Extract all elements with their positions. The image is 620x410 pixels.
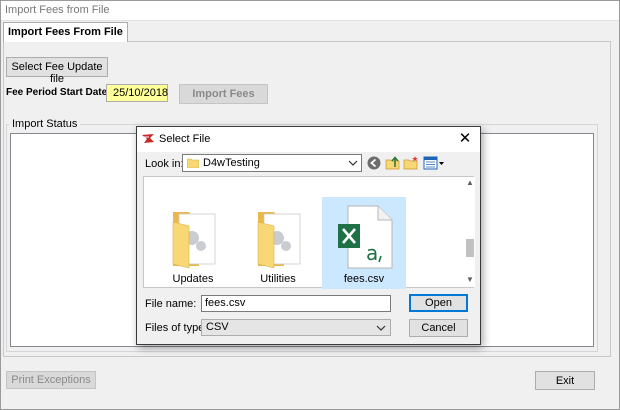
select-fee-update-file-button[interactable]: Select Fee Update file: [6, 57, 108, 85]
up-folder-icon[interactable]: [385, 155, 401, 171]
fee-period-start-date-field[interactable]: 25/10/2018: [106, 84, 168, 102]
folder-icon: [187, 158, 199, 168]
import-fees-window: Import Fees from File Import Fees From F…: [0, 0, 620, 410]
list-item-fees-csv[interactable]: a fees.csv: [322, 197, 406, 289]
chevron-down-icon: [376, 325, 386, 331]
import-status-label: Import Status: [9, 118, 81, 130]
file-name-label: fees.csv: [343, 273, 385, 285]
file-list-scrollbar[interactable]: ▲ ▼: [465, 177, 475, 287]
new-folder-icon[interactable]: [403, 155, 419, 171]
select-file-dialog: Select File ✕ Look in: D4wTesting Update…: [136, 126, 481, 345]
list-item-utilities[interactable]: Utilities: [236, 197, 320, 289]
fee-period-start-date-label: Fee Period Start Date: [6, 87, 108, 98]
folder-icon: [257, 212, 301, 269]
files-of-type-value: CSV: [206, 321, 229, 333]
open-button[interactable]: Open: [409, 294, 468, 312]
chevron-down-icon: [348, 160, 358, 166]
excel-csv-icon: a: [338, 205, 393, 269]
view-menu-icon[interactable]: [423, 155, 445, 171]
file-name-label: Updates: [172, 273, 214, 285]
look-in-dropdown[interactable]: D4wTesting: [182, 154, 362, 172]
exit-button[interactable]: Exit: [535, 371, 595, 390]
scroll-thumb[interactable]: [466, 239, 474, 257]
files-of-type-select[interactable]: CSV: [201, 319, 391, 336]
file-name-label: File name:: [145, 298, 197, 310]
list-item-updates[interactable]: Updates: [151, 197, 235, 289]
window-title: Import Fees from File: [5, 4, 110, 16]
print-exceptions-button[interactable]: Print Exceptions: [6, 371, 96, 389]
file-name-input[interactable]: fees.csv: [201, 295, 391, 312]
dialog-titlebar: Select File ✕: [137, 127, 480, 152]
file-name-label: Utilities: [260, 273, 296, 285]
back-icon[interactable]: [366, 155, 382, 171]
window-titlebar: Import Fees from File: [1, 1, 619, 21]
folder-icon: [172, 212, 216, 269]
file-list[interactable]: Updates Utilities a fees.csv ▲ ▼: [143, 176, 475, 289]
dialog-title: Select File: [159, 133, 211, 145]
svg-text:a: a: [366, 241, 378, 265]
files-of-type-label: Files of type:: [145, 322, 208, 334]
import-fees-button[interactable]: Import Fees: [179, 84, 268, 104]
look-in-value: D4wTesting: [203, 157, 260, 169]
close-icon[interactable]: ✕: [456, 130, 474, 148]
scroll-up-icon[interactable]: ▲: [465, 178, 475, 190]
scroll-down-icon[interactable]: ▼: [465, 275, 475, 287]
look-in-label: Look in:: [145, 158, 184, 170]
app-logo-icon: [142, 134, 154, 143]
tab-import-fees-from-file[interactable]: Import Fees From File: [3, 22, 128, 42]
cancel-button[interactable]: Cancel: [409, 319, 468, 337]
